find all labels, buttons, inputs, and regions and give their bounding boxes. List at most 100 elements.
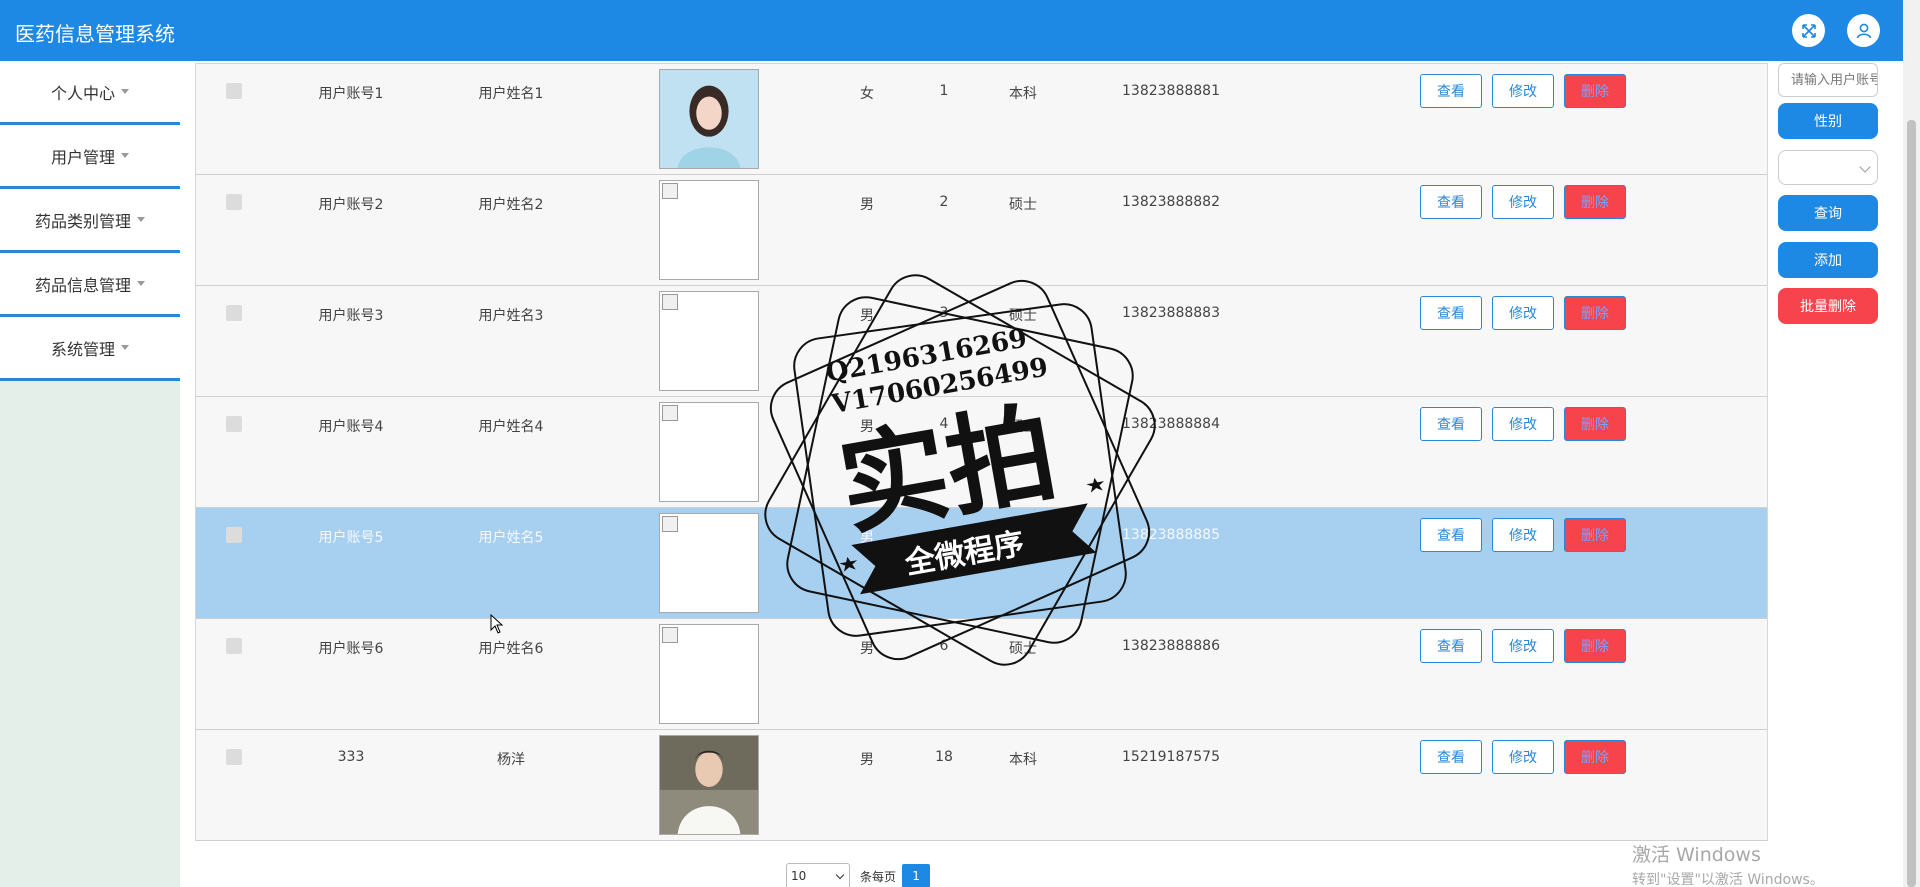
page-size-select[interactable]: 10 <box>786 863 850 887</box>
cell-account: 用户账号4 <box>318 419 384 435</box>
table-row[interactable]: 用户账号6 用户姓名6 男 6 硕士 13823888886 查看 修改 删除 <box>196 619 1767 730</box>
delete-button[interactable]: 删除 <box>1564 296 1626 330</box>
sidebar-item-personal-center[interactable]: 个人中心 <box>0 61 180 125</box>
cell-account: 用户账号3 <box>318 308 384 324</box>
cell-name: 用户姓名1 <box>478 86 544 102</box>
cell-account: 用户账号5 <box>318 530 384 546</box>
delete-button[interactable]: 删除 <box>1564 407 1626 441</box>
cell-education: 硕士 <box>1009 530 1037 546</box>
app-title: 医药信息管理系统 <box>15 22 175 46</box>
cell-education: 硕士 <box>1009 308 1037 324</box>
cell-gender: 男 <box>860 419 874 435</box>
user-icon[interactable] <box>1847 14 1880 47</box>
chevron-down-icon <box>1859 161 1871 173</box>
view-button[interactable]: 查看 <box>1420 296 1482 330</box>
delete-button[interactable]: 删除 <box>1564 740 1626 774</box>
view-button[interactable]: 查看 <box>1420 74 1482 108</box>
cell-account: 用户账号2 <box>318 197 384 213</box>
cell-age: 1 <box>939 83 949 99</box>
page-size-label: 条每页 <box>860 869 897 884</box>
cell-name: 用户姓名4 <box>478 419 544 435</box>
cell-age: 18 <box>935 749 953 765</box>
cell-account: 用户账号1 <box>318 86 384 102</box>
search-input[interactable] <box>1778 63 1878 97</box>
cell-name: 用户姓名6 <box>478 641 544 657</box>
edit-button[interactable]: 修改 <box>1492 296 1554 330</box>
batch-delete-button[interactable]: 批量删除 <box>1778 288 1878 324</box>
table-row[interactable]: 用户账号5 用户姓名5 男 5 硕士 13823888885 查看 修改 删除 <box>196 508 1767 619</box>
broken-image-icon <box>662 183 678 199</box>
broken-image-icon <box>662 405 678 421</box>
row-checkbox[interactable] <box>226 194 242 210</box>
cell-gender: 女 <box>860 86 874 102</box>
delete-button[interactable]: 删除 <box>1564 185 1626 219</box>
cell-phone: 13823888884 <box>1122 416 1220 432</box>
row-checkbox[interactable] <box>226 83 242 99</box>
scrollbar-thumb[interactable] <box>1907 120 1916 887</box>
sidebar-item-drug-category[interactable]: 药品类别管理 <box>0 189 180 253</box>
edit-button[interactable]: 修改 <box>1492 74 1554 108</box>
gender-select[interactable] <box>1778 150 1878 185</box>
delete-button[interactable]: 删除 <box>1564 518 1626 552</box>
table-row[interactable]: 用户账号2 用户姓名2 男 2 硕士 13823888882 查看 修改 删除 <box>196 175 1767 286</box>
broken-image-icon <box>662 294 678 310</box>
cell-phone: 13823888881 <box>1122 83 1220 99</box>
row-checkbox[interactable] <box>226 416 242 432</box>
user-photo <box>659 69 759 169</box>
sidebar-item-system[interactable]: 系统管理 <box>0 317 180 381</box>
edit-button[interactable]: 修改 <box>1492 629 1554 663</box>
add-button[interactable]: 添加 <box>1778 242 1878 278</box>
cell-gender: 男 <box>860 530 874 546</box>
sidebar-item-label: 药品信息管理 <box>34 275 131 295</box>
table-row[interactable]: 用户账号3 用户姓名3 男 3 硕士 13823888883 查看 修改 删除 <box>196 286 1767 397</box>
cell-name: 杨洋 <box>497 752 525 768</box>
broken-image-icon <box>662 627 678 643</box>
edit-button[interactable]: 修改 <box>1492 518 1554 552</box>
cell-education: 本科 <box>1009 86 1037 102</box>
sidebar-item-drug-info[interactable]: 药品信息管理 <box>0 253 180 317</box>
caret-down-icon <box>121 153 129 158</box>
view-button[interactable]: 查看 <box>1420 518 1482 552</box>
table-row[interactable]: 用户账号4 用户姓名4 男 4 硕士 13823888884 查看 修改 删除 <box>196 397 1767 508</box>
pagination: 10 条每页 1 <box>786 863 931 887</box>
fullscreen-icon[interactable] <box>1792 14 1825 47</box>
sidebar-item-user-management[interactable]: 用户管理 <box>0 125 180 189</box>
vertical-scrollbar[interactable] <box>1903 0 1920 887</box>
cell-account: 333 <box>337 749 365 765</box>
page-number-button[interactable]: 1 <box>902 864 931 887</box>
chevron-down-icon <box>835 870 845 880</box>
query-button[interactable]: 查询 <box>1778 195 1878 231</box>
caret-down-icon <box>137 217 145 222</box>
view-button[interactable]: 查看 <box>1420 185 1482 219</box>
broken-image-icon <box>662 516 678 532</box>
user-photo <box>659 735 759 835</box>
user-photo <box>659 513 759 613</box>
cell-phone: 15219187575 <box>1122 749 1220 765</box>
view-button[interactable]: 查看 <box>1420 407 1482 441</box>
row-checkbox[interactable] <box>226 527 242 543</box>
sidebar-item-label: 药品类别管理 <box>34 211 131 231</box>
edit-button[interactable]: 修改 <box>1492 407 1554 441</box>
cell-education: 硕士 <box>1009 419 1037 435</box>
delete-button[interactable]: 删除 <box>1564 629 1626 663</box>
edit-button[interactable]: 修改 <box>1492 740 1554 774</box>
row-checkbox[interactable] <box>226 749 242 765</box>
cell-name: 用户姓名2 <box>478 197 544 213</box>
cell-age: 3 <box>939 305 949 321</box>
view-button[interactable]: 查看 <box>1420 629 1482 663</box>
view-button[interactable]: 查看 <box>1420 740 1482 774</box>
activation-title: 激活 Windows <box>1632 844 1761 866</box>
gender-filter-label: 性别 <box>1778 103 1878 139</box>
row-checkbox[interactable] <box>226 305 242 321</box>
table-row[interactable]: 333 杨洋 男 18 本科 15219187575 查看 修改 删除 <box>196 730 1767 841</box>
delete-button[interactable]: 删除 <box>1564 74 1626 108</box>
cell-phone: 13823888882 <box>1122 194 1220 210</box>
edit-button[interactable]: 修改 <box>1492 185 1554 219</box>
row-checkbox[interactable] <box>226 638 242 654</box>
cell-phone: 13823888886 <box>1122 638 1220 654</box>
caret-down-icon <box>121 345 129 350</box>
table-row[interactable]: 用户账号1 用户姓名1 女 1 本科 13823888881 查看 修改 删除 <box>196 64 1767 175</box>
cell-age: 5 <box>939 527 949 543</box>
sidebar-item-label: 用户管理 <box>50 147 115 167</box>
cell-gender: 男 <box>860 197 874 213</box>
